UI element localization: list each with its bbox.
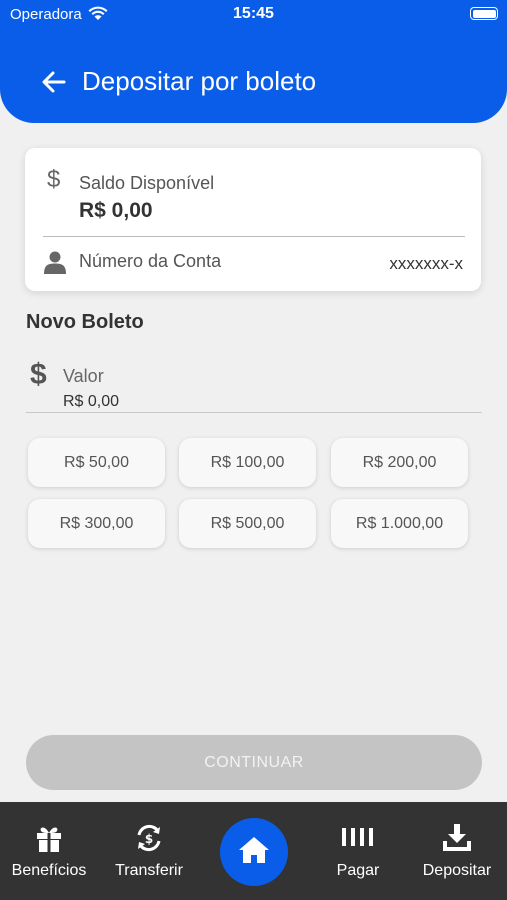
dollar-icon: $: [30, 358, 47, 391]
amount-underline: [26, 412, 482, 413]
balance-label: Saldo Disponível: [79, 173, 215, 193]
page-title: Depositar por boleto: [82, 66, 317, 96]
home-button[interactable]: [220, 818, 288, 886]
account-number-value: xxxxxxx-x: [389, 254, 463, 273]
svg-text:$: $: [145, 832, 153, 846]
home-icon: [237, 835, 271, 870]
quick-amount-button[interactable]: R$ 100,00: [179, 438, 316, 487]
balance-value: R$ 0,00: [79, 199, 153, 222]
bottom-navigation: Benefícios $ Transferir Pagar Depositar: [0, 802, 507, 900]
nav-item-depositar[interactable]: Depositar: [402, 802, 507, 900]
dollar-icon: $: [47, 166, 61, 193]
card-divider: [43, 236, 465, 237]
status-time: 15:45: [233, 5, 274, 22]
account-number-label: Número da Conta: [79, 251, 222, 271]
nav-label: Depositar: [422, 862, 492, 879]
continue-button[interactable]: CONTINUAR: [26, 735, 482, 790]
barcode-icon: [303, 822, 413, 854]
back-arrow-icon[interactable]: [40, 67, 68, 97]
transfer-icon: $: [94, 822, 204, 854]
section-title: Novo Boleto: [26, 311, 144, 333]
nav-item-beneficios[interactable]: Benefícios: [0, 802, 104, 900]
nav-label: Transferir: [115, 862, 183, 879]
account-summary-card: $ Saldo Disponível R$ 0,00 Número da Con…: [25, 148, 481, 291]
nav-label: Benefícios: [11, 862, 87, 879]
nav-label: Pagar: [336, 862, 380, 879]
battery-icon: [470, 7, 498, 20]
amount-input[interactable]: R$ 0,00: [63, 393, 119, 411]
user-icon: [43, 250, 67, 274]
gift-icon: [0, 822, 104, 854]
quick-amount-button[interactable]: R$ 1.000,00: [331, 499, 468, 548]
quick-amount-button[interactable]: R$ 300,00: [28, 499, 165, 548]
nav-item-pagar[interactable]: Pagar: [303, 802, 413, 900]
quick-amount-button[interactable]: R$ 500,00: [179, 499, 316, 548]
deposit-icon: [402, 822, 507, 854]
quick-amount-button[interactable]: R$ 50,00: [28, 438, 165, 487]
amount-label: Valor: [63, 366, 104, 386]
quick-amount-button[interactable]: R$ 200,00: [331, 438, 468, 487]
status-bar: Operadora 15:45: [0, 0, 507, 30]
nav-item-transferir[interactable]: $ Transferir: [94, 802, 204, 900]
header-bar: Operadora 15:45 Depositar por boleto: [0, 0, 507, 123]
